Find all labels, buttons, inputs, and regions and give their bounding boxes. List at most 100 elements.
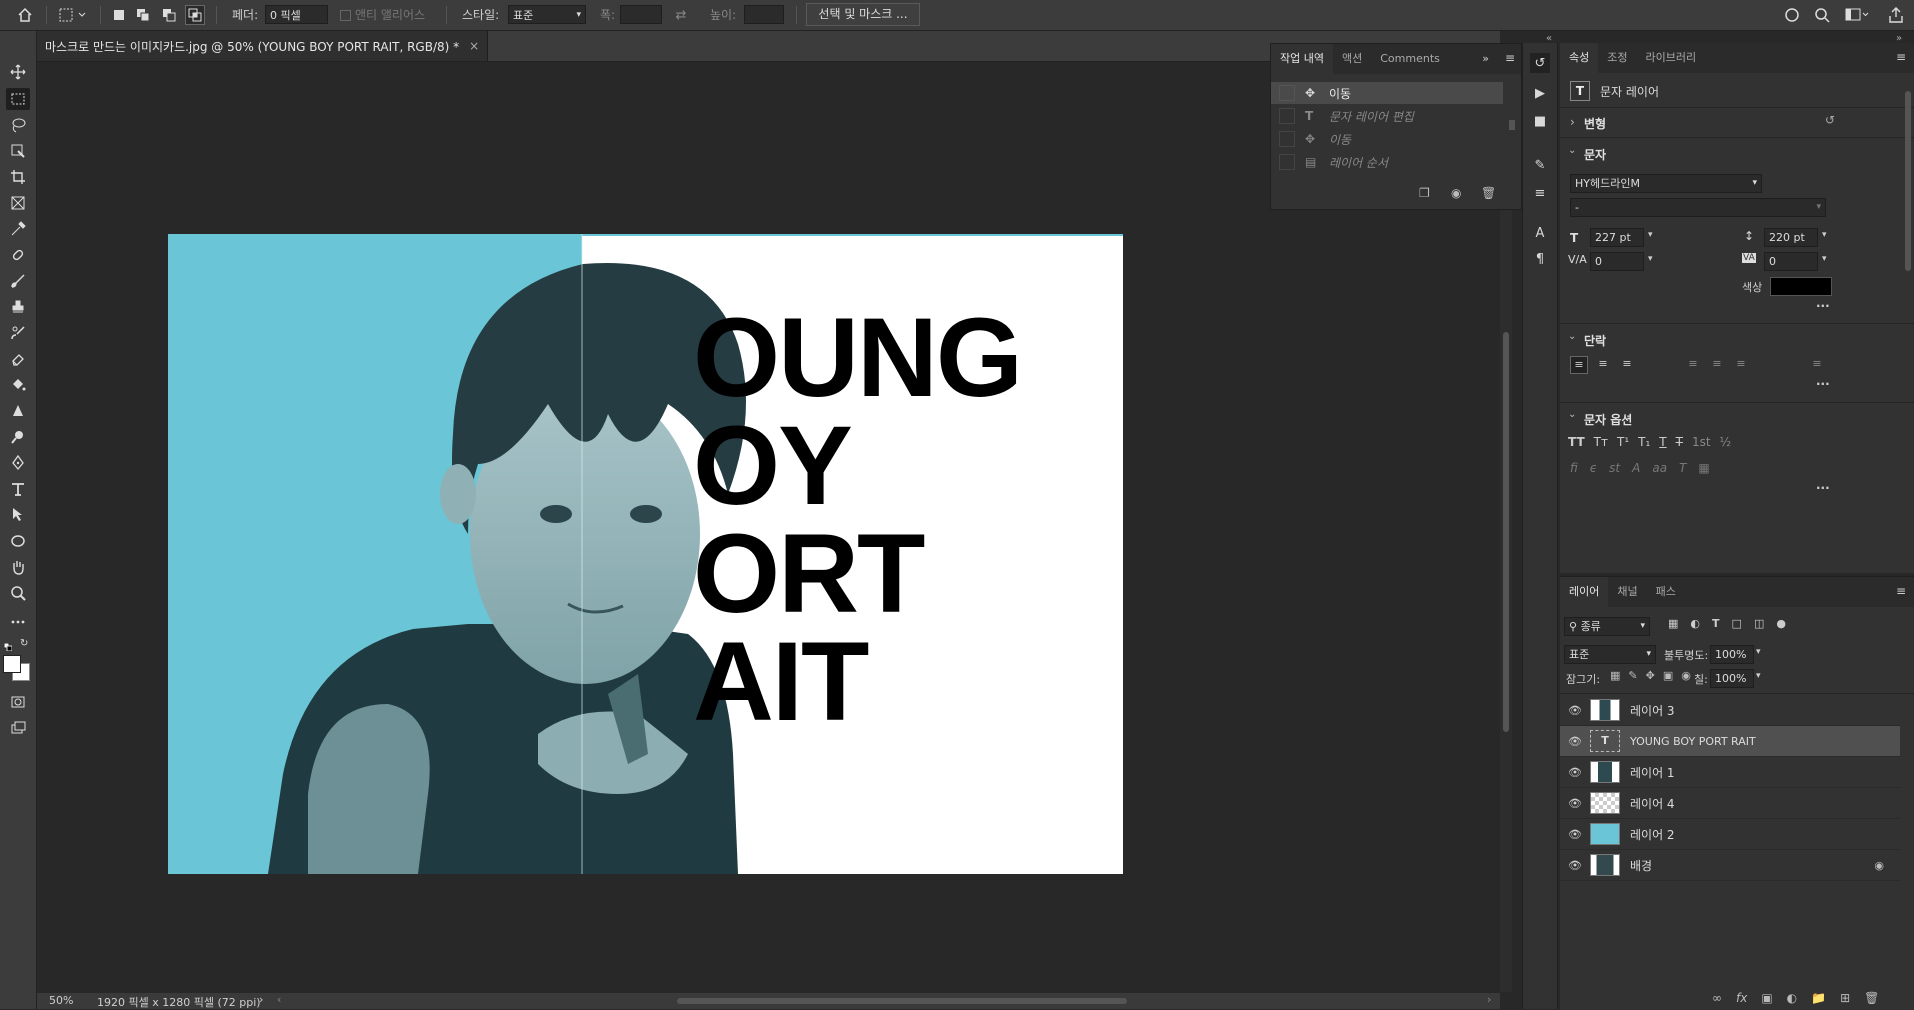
type-tool-icon[interactable] xyxy=(6,478,30,500)
reset-icon[interactable]: ↺ xyxy=(1825,113,1835,127)
history-brush-tool-icon[interactable] xyxy=(6,322,30,344)
close-icon[interactable]: × xyxy=(469,39,479,53)
character-options-title[interactable]: 문자 옵션 xyxy=(1584,411,1632,428)
adjustments-sliders-icon[interactable]: ≡ xyxy=(1530,183,1550,203)
crop-tool-icon[interactable] xyxy=(6,166,30,188)
search-icon[interactable] xyxy=(1812,5,1832,25)
chevron-down-icon[interactable]: ▾ xyxy=(1648,254,1653,264)
character-collapse-icon[interactable]: ⌄ xyxy=(1568,145,1576,156)
history-item[interactable]: ✥ 이동 xyxy=(1271,128,1503,150)
align-right-icon[interactable]: ≡ xyxy=(1618,356,1636,374)
contextual-alternates-icon[interactable]: ϵ xyxy=(1590,461,1597,475)
scroll-left-icon[interactable]: ‹ xyxy=(277,993,281,1006)
filter-toggle-icon[interactable]: ● xyxy=(1776,617,1786,630)
subscript-icon[interactable]: T₁ xyxy=(1638,435,1650,449)
visibility-eye-icon[interactable]: 👁 xyxy=(1560,735,1590,748)
panel-menu-icon[interactable]: ≡ xyxy=(1896,50,1906,64)
chevron-down-icon[interactable]: ▾ xyxy=(1756,647,1761,657)
justify-last-left-icon[interactable]: ≡ xyxy=(1684,356,1702,374)
adjustment-layer-icon[interactable]: ◐ xyxy=(1787,991,1797,1005)
panel-menu-icon[interactable]: ≡ xyxy=(1505,51,1515,65)
status-chevron-icon[interactable]: › xyxy=(259,993,263,1006)
height-input[interactable] xyxy=(744,5,784,24)
lock-all-icon[interactable]: ◉ xyxy=(1681,669,1691,682)
eyedropper-tool-icon[interactable] xyxy=(6,218,30,240)
tab-libraries[interactable]: 라이브러리 xyxy=(1637,43,1706,73)
actions-play-icon[interactable]: ▶ xyxy=(1530,83,1550,103)
swash-icon[interactable]: A xyxy=(1632,461,1640,475)
fractions-icon[interactable]: ½ xyxy=(1720,435,1732,449)
visibility-eye-icon[interactable]: 👁 xyxy=(1560,704,1590,717)
layer-name[interactable]: 레이어 1 xyxy=(1630,764,1675,781)
chevron-down-icon[interactable]: ▾ xyxy=(1822,254,1827,264)
layer-style-fx-icon[interactable]: fx xyxy=(1736,991,1747,1005)
lock-pixels-icon[interactable]: ✎ xyxy=(1628,669,1637,682)
brush-settings-icon[interactable]: ✎ xyxy=(1530,155,1550,175)
smart-object-filter-icon[interactable]: ◫ xyxy=(1754,617,1764,630)
blend-mode-select[interactable]: 표준 ▾ xyxy=(1564,645,1656,664)
font-size-input[interactable]: 227 pt xyxy=(1590,228,1644,247)
kerning-input[interactable]: 0 xyxy=(1590,252,1644,271)
layer-row[interactable]: 👁 레이어 1 xyxy=(1560,757,1900,788)
tracking-input[interactable]: 0 xyxy=(1764,252,1818,271)
lock-transparency-icon[interactable]: ▦ xyxy=(1610,669,1620,682)
tab-paths[interactable]: 패스 xyxy=(1647,577,1685,607)
antialias-checkbox[interactable]: 앤티 앨리어스 xyxy=(340,0,425,30)
new-group-icon[interactable]: 📁 xyxy=(1811,991,1826,1005)
char-options-collapse-icon[interactable]: ⌄ xyxy=(1568,409,1576,420)
ordinals-icon[interactable]: 1st xyxy=(1692,435,1711,449)
frame-tool-icon[interactable] xyxy=(6,192,30,214)
layer-name[interactable]: 레이어 3 xyxy=(1630,702,1675,719)
vertical-scroll-thumb[interactable] xyxy=(1503,332,1509,732)
chevron-down-icon[interactable]: ▾ xyxy=(1756,671,1761,681)
chevron-down-icon[interactable]: ▾ xyxy=(1648,230,1653,240)
tab-comments[interactable]: Comments xyxy=(1371,44,1449,74)
new-layer-icon[interactable]: ⊞ xyxy=(1840,991,1850,1005)
document-tab[interactable]: 마스크로 만드는 이미지카드.jpg @ 50% (YOUNG BOY PORT… xyxy=(37,31,489,61)
all-caps-icon[interactable]: TT xyxy=(1568,435,1585,449)
home-icon[interactable] xyxy=(14,5,36,25)
transform-section-title[interactable]: 변형 xyxy=(1584,115,1606,132)
layer-row-selected[interactable]: 👁 T YOUNG BOY PORT RAIT xyxy=(1560,726,1900,757)
width-input[interactable] xyxy=(620,5,662,24)
font-family-select[interactable]: HY헤드라인M ▾ xyxy=(1570,174,1762,193)
chevron-down-icon[interactable]: ▾ xyxy=(1822,230,1827,240)
justify-last-center-icon[interactable]: ≡ xyxy=(1708,356,1726,374)
layer-row[interactable]: 👁 레이어 3 xyxy=(1560,695,1900,726)
pixel-filter-icon[interactable]: ▦ xyxy=(1668,617,1678,630)
history-item[interactable]: T 문자 레이어 편집 xyxy=(1271,105,1503,127)
pen-tool-icon[interactable] xyxy=(6,452,30,474)
layer-row[interactable]: 👁 레이어 2 xyxy=(1560,819,1900,850)
share-icon[interactable] xyxy=(1886,5,1906,25)
more-tools-icon[interactable] xyxy=(6,611,30,633)
more-options-icon[interactable]: ··· xyxy=(1816,481,1830,495)
zoom-level[interactable]: 50% xyxy=(49,994,73,1007)
quick-mask-icon[interactable] xyxy=(6,691,30,713)
tab-history[interactable]: 작업 내역 xyxy=(1271,44,1333,74)
discretionary-ligatures-icon[interactable]: st xyxy=(1609,461,1620,475)
paragraph-section-title[interactable]: 단락 xyxy=(1584,332,1606,349)
align-center-icon[interactable]: ≡ xyxy=(1594,356,1612,374)
trash-icon[interactable]: 🗑 xyxy=(1481,186,1496,200)
rect-marquee-tool-icon[interactable] xyxy=(6,88,30,110)
visibility-eye-icon[interactable]: 👁 xyxy=(1560,828,1590,841)
layer-row[interactable]: 👁 배경 ◉ xyxy=(1560,850,1900,881)
clone-stamp-tool-icon[interactable] xyxy=(6,296,30,318)
titling-alternates-icon[interactable]: T xyxy=(1679,461,1686,475)
lock-artboard-icon[interactable]: ▣ xyxy=(1663,669,1673,682)
more-options-icon[interactable]: ··· xyxy=(1816,299,1830,313)
font-style-select[interactable]: - ▾ xyxy=(1570,198,1826,217)
brush-tool-icon[interactable] xyxy=(6,270,30,292)
layer-filter-select[interactable]: ⚲ 종류 ▾ xyxy=(1564,617,1650,636)
strikethrough-icon[interactable]: T xyxy=(1676,435,1683,449)
style-select[interactable]: 표준 ▾ xyxy=(508,5,586,24)
lock-icon[interactable]: ◉ xyxy=(1874,859,1884,872)
horizontal-scroll-thumb[interactable] xyxy=(677,998,1127,1004)
contextual-icon[interactable]: ▦ xyxy=(1698,461,1709,475)
opacity-input[interactable]: 100% xyxy=(1710,645,1754,664)
workspace-icon[interactable] xyxy=(1842,5,1872,25)
dodge-tool-icon[interactable] xyxy=(6,426,30,448)
new-selection-icon[interactable] xyxy=(110,6,128,24)
justify-last-right-icon[interactable]: ≡ xyxy=(1732,356,1750,374)
history-panel-icon[interactable]: ↺ xyxy=(1530,53,1550,73)
